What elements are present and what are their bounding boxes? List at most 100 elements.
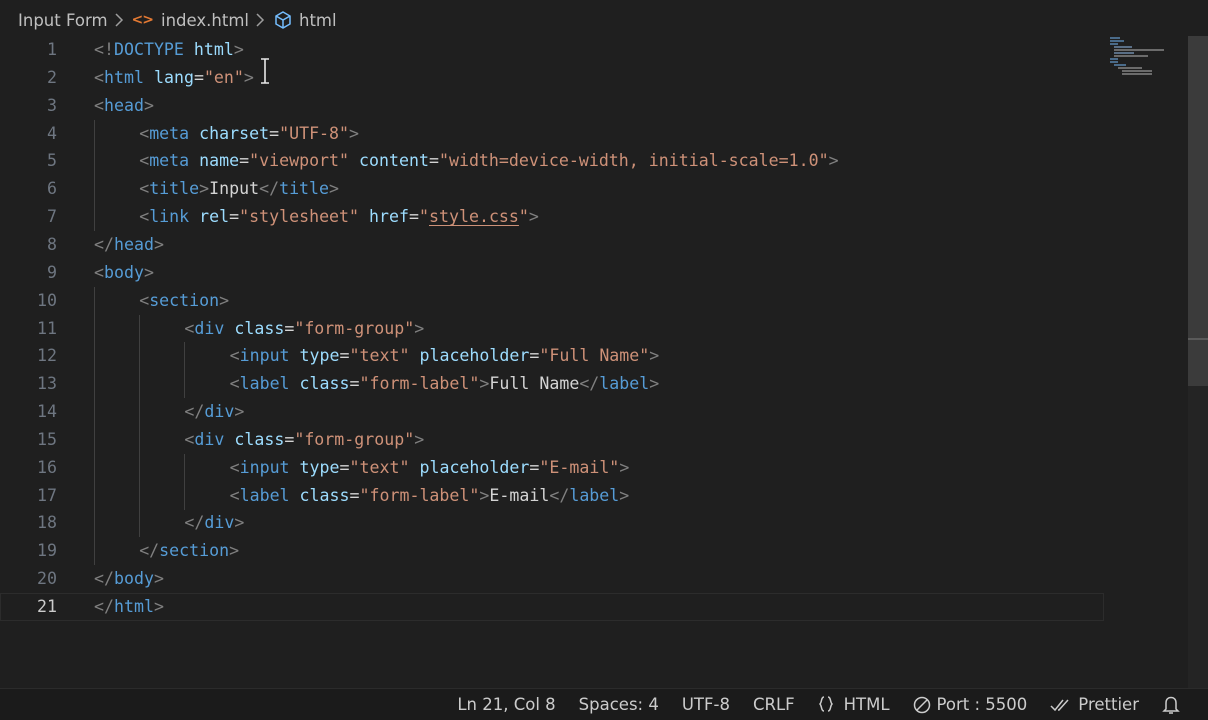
- code-line[interactable]: 10 <section>: [0, 286, 1104, 315]
- code-line[interactable]: 3 <head>: [0, 92, 1104, 120]
- breadcrumb-file[interactable]: <> index.html: [132, 11, 249, 30]
- line-number[interactable]: 19: [0, 537, 57, 565]
- code-line[interactable]: 6 <title>Input</title>: [0, 175, 1104, 204]
- code-token: </: [94, 597, 114, 616]
- code-token: class: [299, 374, 350, 394]
- code-token: >: [414, 429, 425, 449]
- live-server-port[interactable]: Port : 5500: [913, 695, 1027, 714]
- code-line[interactable]: 13 <label class="form-label">Full Name</l…: [0, 370, 1104, 399]
- code-line[interactable]: 14 </div>: [0, 398, 1104, 427]
- indentation[interactable]: Spaces: 4: [579, 695, 659, 714]
- cursor-position[interactable]: Ln 21, Col 8: [457, 695, 555, 714]
- code-text: </section>: [139, 537, 239, 565]
- code-token: =: [529, 457, 540, 477]
- code-token: =: [349, 485, 360, 505]
- line-number[interactable]: 3: [0, 92, 57, 120]
- language-label: HTML: [843, 695, 890, 714]
- code-token: div: [194, 429, 225, 449]
- indent-guide: [94, 119, 95, 148]
- indent-guide: [139, 509, 141, 538]
- line-number[interactable]: 9: [0, 259, 57, 287]
- indent-guide: [94, 398, 95, 427]
- code-token: >: [153, 597, 164, 616]
- code-token: </: [94, 569, 114, 589]
- code-line[interactable]: 15 <div class="form-group">: [0, 425, 1104, 454]
- code-token: class: [234, 429, 285, 449]
- line-number[interactable]: 20: [0, 565, 57, 593]
- line-number[interactable]: 10: [0, 287, 57, 315]
- line-number[interactable]: 21: [0, 593, 57, 621]
- line-number[interactable]: 13: [0, 370, 57, 398]
- cube-icon: [273, 10, 293, 30]
- code-token: =: [239, 151, 250, 171]
- line-number[interactable]: 14: [0, 398, 57, 426]
- line-number[interactable]: 4: [0, 120, 57, 148]
- code-token: "text": [349, 457, 410, 477]
- code-editor[interactable]: 1 <!DOCTYPE html> 2 <html lang="en"> 3 <head>…: [0, 36, 1188, 688]
- line-number[interactable]: 8: [0, 231, 57, 259]
- chevron-right-icon: [114, 13, 124, 27]
- line-number[interactable]: 6: [0, 175, 57, 203]
- code-token: type: [299, 457, 340, 477]
- line-number[interactable]: 5: [0, 147, 57, 175]
- code-text: <body>: [94, 259, 154, 287]
- code-token: </: [259, 179, 280, 199]
- code-line[interactable]: 11 <div class="form-group">: [0, 314, 1104, 343]
- encoding[interactable]: UTF-8: [682, 695, 730, 714]
- code-line[interactable]: 1 <!DOCTYPE html>: [0, 36, 1104, 64]
- code-token: <: [229, 457, 240, 477]
- code-token: input: [239, 457, 290, 477]
- code-line[interactable]: 19 </section>: [0, 537, 1104, 566]
- line-number[interactable]: 2: [0, 64, 57, 92]
- minimap[interactable]: [1108, 36, 1178, 76]
- code-line[interactable]: 16 <input type="text" placeholder="E-mail…: [0, 453, 1104, 482]
- code-line[interactable]: 12 <input type="text" placeholder="Full N…: [0, 342, 1104, 371]
- end-of-line[interactable]: CRLF: [753, 695, 795, 714]
- code-line[interactable]: 4 <meta charset="UTF-8">: [0, 119, 1104, 148]
- code-token: div: [204, 402, 235, 422]
- line-number[interactable]: 1: [0, 36, 57, 64]
- code-line[interactable]: 17 <label class="form-label">E-mail</labe…: [0, 481, 1104, 510]
- code-line[interactable]: 8 </head>: [0, 231, 1104, 259]
- code-line[interactable]: 7 <link rel="stylesheet" href="style.css"…: [0, 203, 1104, 232]
- code-line[interactable]: 20 </body>: [0, 565, 1104, 593]
- prettier-formatter[interactable]: Prettier: [1050, 695, 1139, 714]
- code-token: >: [479, 485, 490, 505]
- vertical-scrollbar[interactable]: [1188, 36, 1208, 688]
- code-line[interactable]: 2 <html lang="en">: [0, 64, 1104, 92]
- code-text: <meta charset="UTF-8">: [139, 120, 359, 148]
- code-line[interactable]: 21 </html>: [0, 593, 1104, 621]
- line-number[interactable]: 16: [0, 454, 57, 482]
- language-mode[interactable]: HTML: [818, 695, 890, 714]
- code-token: div: [194, 318, 225, 338]
- indent-guide: [94, 370, 95, 399]
- scrollbar-thumb[interactable]: [1188, 36, 1208, 386]
- line-number[interactable]: 12: [0, 342, 57, 370]
- line-number[interactable]: 11: [0, 315, 57, 343]
- code-token: rel: [199, 207, 230, 227]
- code-text: <input type="text" placeholder="Full Nam…: [230, 342, 660, 370]
- code-line[interactable]: 9 <body>: [0, 259, 1104, 287]
- code-token: "stylesheet": [239, 207, 360, 227]
- breadcrumb-folder[interactable]: Input Form: [18, 11, 108, 30]
- line-number[interactable]: 17: [0, 482, 57, 510]
- code-text: </html>: [94, 593, 164, 621]
- code-token: =: [529, 346, 540, 366]
- line-number[interactable]: 18: [0, 509, 57, 537]
- code-token: >: [143, 262, 154, 282]
- notifications-button[interactable]: [1162, 695, 1186, 715]
- line-number[interactable]: 15: [0, 426, 57, 454]
- code-line[interactable]: 18 </div>: [0, 509, 1104, 538]
- code-text: <div class="form-group">: [184, 426, 424, 454]
- breadcrumb-symbol[interactable]: html: [273, 10, 337, 30]
- code-token: </: [184, 513, 205, 533]
- line-number[interactable]: 7: [0, 203, 57, 231]
- code-token: ": [419, 207, 429, 227]
- code-token: "text": [349, 346, 410, 366]
- code-line[interactable]: 5 <meta name="viewport" content="width=de…: [0, 147, 1104, 176]
